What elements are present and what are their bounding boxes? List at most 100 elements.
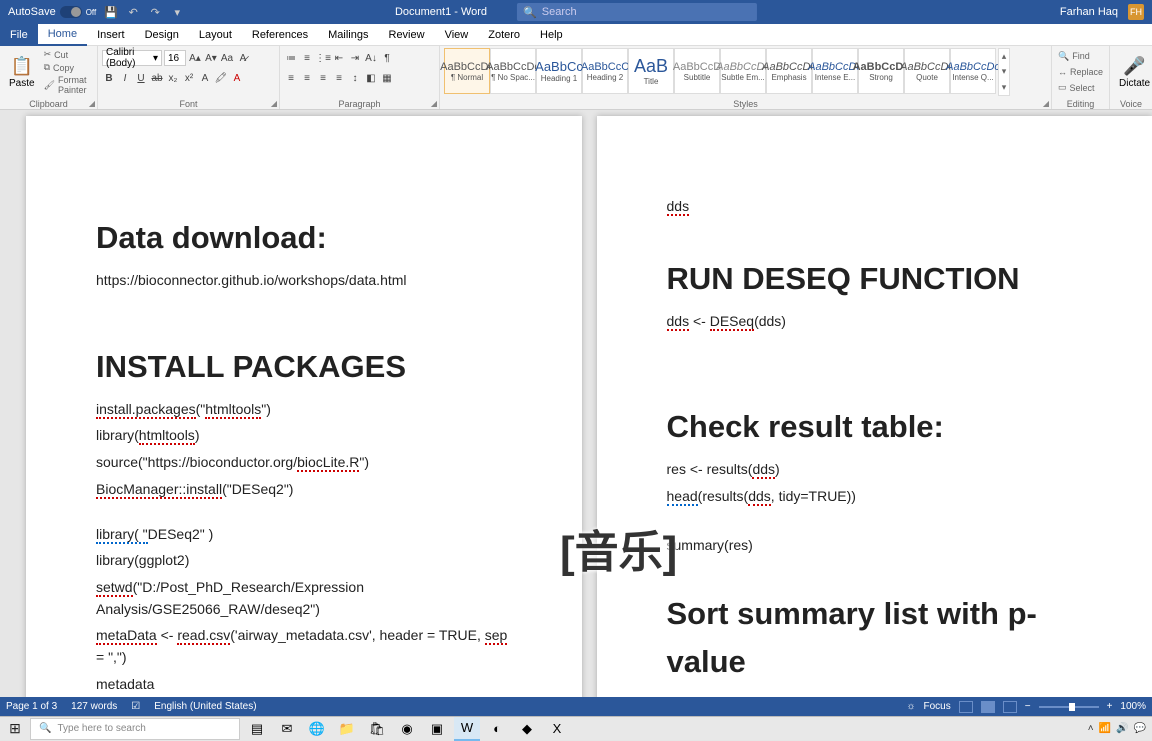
style-heading2[interactable]: AaBbCcCHeading 2 (582, 48, 628, 94)
inc-indent-button[interactable]: ⇥ (348, 50, 362, 66)
grow-font-button[interactable]: A▴ (188, 50, 202, 66)
clear-format-button[interactable]: A̷ (236, 50, 250, 66)
save-icon[interactable]: 💾 (104, 5, 118, 19)
status-focus[interactable]: Focus (924, 701, 951, 712)
style-subtitle[interactable]: AaBbCcDSubtitle (674, 48, 720, 94)
qat-dropdown-icon[interactable]: ▾ (170, 5, 184, 19)
styles-launcher[interactable]: ◢ (1043, 99, 1049, 108)
align-left-button[interactable]: ≡ (284, 70, 298, 86)
align-center-button[interactable]: ≡ (300, 70, 314, 86)
style-nospacing[interactable]: AaBbCcDc¶ No Spac... (490, 48, 536, 94)
style-heading1[interactable]: AaBbCcHeading 1 (536, 48, 582, 94)
notifications-icon[interactable]: 💬 (1134, 723, 1146, 734)
find-button[interactable]: 🔍Find (1056, 50, 1105, 63)
line-spacing-button[interactable]: ↕ (348, 70, 362, 86)
tab-view[interactable]: View (435, 24, 479, 46)
print-layout-button[interactable] (981, 701, 995, 713)
style-quote[interactable]: AaBbCcDcQuote (904, 48, 950, 94)
read-mode-button[interactable] (959, 701, 973, 713)
store-icon[interactable]: 🛍 (364, 717, 390, 741)
justify-button[interactable]: ≡ (332, 70, 346, 86)
bullets-button[interactable]: ≔ (284, 50, 298, 66)
status-lang[interactable]: English (United States) (154, 701, 256, 712)
highlight-button[interactable]: 🖍 (214, 70, 228, 86)
status-page[interactable]: Page 1 of 3 (6, 701, 57, 712)
font-color-button[interactable]: A (230, 70, 244, 86)
style-gallery[interactable]: AaBbCcDc¶ Normal AaBbCcDc¶ No Spac... Aa… (444, 48, 996, 96)
tab-layout[interactable]: Layout (189, 24, 242, 46)
tab-home[interactable]: Home (38, 24, 87, 46)
proofing-icon[interactable]: ☑ (131, 701, 140, 712)
shading-button[interactable]: ◧ (364, 70, 378, 86)
wifi-icon[interactable]: 📶 (1099, 723, 1111, 734)
style-normal[interactable]: AaBbCcDc¶ Normal (444, 48, 490, 94)
bold-button[interactable]: B (102, 70, 116, 86)
word-icon[interactable]: W (454, 717, 480, 741)
start-button[interactable]: ⊞ (0, 717, 30, 741)
page-1[interactable]: Data download: https://bioconnector.gith… (26, 116, 582, 697)
style-intenseq[interactable]: AaBbCcDcIntense Q... (950, 48, 996, 94)
font-launcher[interactable]: ◢ (271, 99, 277, 108)
cut-button[interactable]: ✂Cut (42, 48, 93, 61)
sort-button[interactable]: A↓ (364, 50, 378, 66)
italic-button[interactable]: I (118, 70, 132, 86)
style-intenseem[interactable]: AaBbCcDcIntense E... (812, 48, 858, 94)
zoom-slider[interactable] (1039, 706, 1099, 708)
edge-icon[interactable]: 🌐 (304, 717, 330, 741)
shrink-font-button[interactable]: A▾ (204, 50, 218, 66)
style-title[interactable]: AaBTitle (628, 48, 674, 94)
numbering-button[interactable]: ≡ (300, 50, 314, 66)
autosave-toggle[interactable]: AutoSave Off (8, 6, 96, 18)
tab-help[interactable]: Help (530, 24, 573, 46)
dec-indent-button[interactable]: ⇤ (332, 50, 346, 66)
zoom-level[interactable]: 100% (1120, 701, 1146, 712)
explorer-icon[interactable]: 📁 (334, 717, 360, 741)
paragraph-launcher[interactable]: ◢ (431, 99, 437, 108)
replace-button[interactable]: ↔Replace (1056, 66, 1105, 78)
redo-icon[interactable]: ↷ (148, 5, 162, 19)
app2-icon[interactable]: ◐ (484, 717, 510, 741)
paste-button[interactable]: 📋 Paste (4, 48, 40, 96)
excel-icon[interactable]: X (544, 717, 570, 741)
clipboard-launcher[interactable]: ◢ (89, 99, 95, 108)
dictate-button[interactable]: 🎤 Dictate (1114, 48, 1152, 96)
app3-icon[interactable]: ◆ (514, 717, 540, 741)
align-right-button[interactable]: ≡ (316, 70, 330, 86)
tab-review[interactable]: Review (379, 24, 435, 46)
font-name-select[interactable]: Calibri (Body)▾ (102, 50, 162, 66)
show-marks-button[interactable]: ¶ (380, 50, 394, 66)
select-button[interactable]: ▭Select (1056, 81, 1105, 94)
chrome-icon[interactable]: ◉ (394, 717, 420, 741)
user-name[interactable]: Farhan Haq (1060, 6, 1118, 18)
style-strong[interactable]: AaBbCcDcStrong (858, 48, 904, 94)
user-avatar-icon[interactable]: FH (1128, 4, 1144, 20)
status-words[interactable]: 127 words (71, 701, 117, 712)
tab-design[interactable]: Design (135, 24, 189, 46)
style-subtleem[interactable]: AaBbCcDcSubtle Em... (720, 48, 766, 94)
text-effects-button[interactable]: A (198, 70, 212, 86)
tab-references[interactable]: References (242, 24, 318, 46)
change-case-button[interactable]: Aa (220, 50, 234, 66)
zoom-out-button[interactable]: − (1025, 701, 1031, 712)
tab-file[interactable]: File (0, 24, 38, 46)
style-emphasis[interactable]: AaBbCcDcEmphasis (766, 48, 812, 94)
zoom-in-button[interactable]: + (1107, 701, 1113, 712)
undo-icon[interactable]: ↶ (126, 5, 140, 19)
subscript-button[interactable]: x₂ (166, 70, 180, 86)
page-2[interactable]: dds RUN DESEQ FUNCTION dds <- DESeq(dds)… (597, 116, 1152, 697)
document-area[interactable]: Data download: https://bioconnector.gith… (0, 110, 1152, 697)
search-box[interactable]: 🔍 Search (517, 3, 757, 21)
app-icon[interactable]: ▣ (424, 717, 450, 741)
superscript-button[interactable]: x² (182, 70, 196, 86)
mail-icon[interactable]: ✉ (274, 717, 300, 741)
font-size-select[interactable]: 16 (164, 50, 186, 66)
volume-icon[interactable]: 🔊 (1116, 723, 1128, 734)
copy-button[interactable]: ⧉Copy (42, 61, 93, 74)
multilevel-button[interactable]: ⋮≡ (316, 50, 330, 66)
strike-button[interactable]: ab (150, 70, 164, 86)
taskview-icon[interactable]: ▤ (244, 717, 270, 741)
taskbar-search[interactable]: 🔍 Type here to search (30, 718, 240, 740)
underline-button[interactable]: U (134, 70, 148, 86)
tray-chevron-icon[interactable]: ˄ (1088, 723, 1094, 734)
focus-icon[interactable]: ☼ (906, 701, 915, 712)
